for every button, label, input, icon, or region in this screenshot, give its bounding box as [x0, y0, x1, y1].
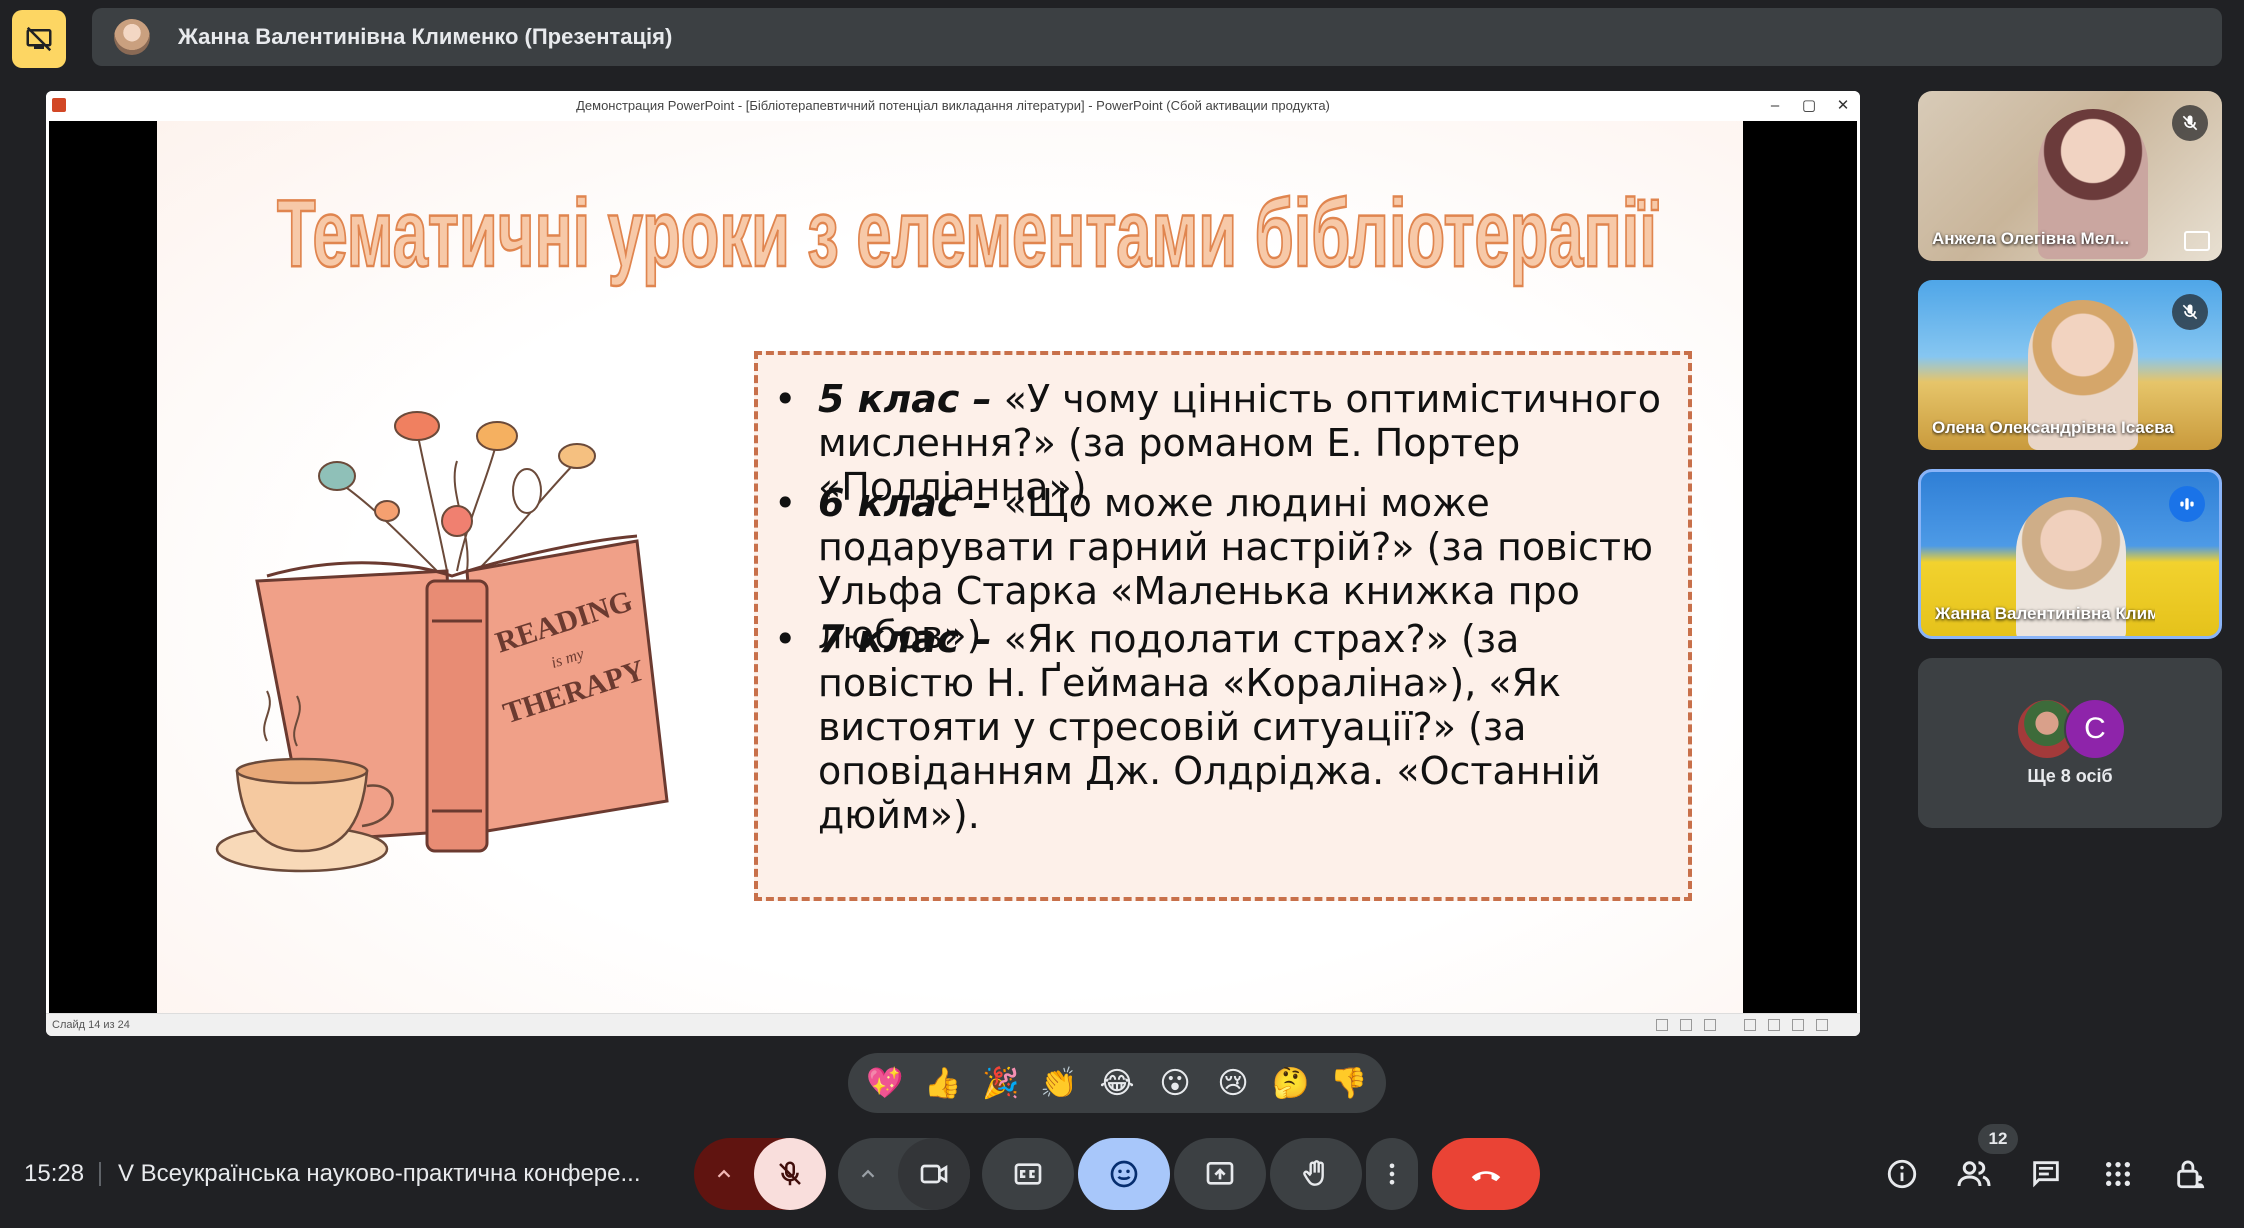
apps-grid-icon [2106, 1162, 2130, 1186]
mic-toggle-button[interactable] [754, 1138, 826, 1210]
people-icon [1957, 1161, 1991, 1187]
participant-avatar: C [2064, 698, 2126, 760]
grade-label: 7 клас – [818, 617, 992, 661]
people-button[interactable] [1946, 1146, 2002, 1202]
more-options-button[interactable] [1366, 1138, 1418, 1210]
people-count-badge: 12 [1978, 1124, 2018, 1154]
reading-view-icon[interactable] [1792, 1019, 1804, 1031]
more-participants-tile[interactable]: C Ще 8 осіб [1918, 658, 2222, 828]
speaking-indicator-icon [2169, 486, 2205, 522]
participant-name: Жанна Валентинівна Климе... [1935, 604, 2155, 623]
present-to-all-icon [1206, 1162, 1234, 1185]
slideshow-icon[interactable] [1816, 1019, 1828, 1031]
ppt-window-title: Демонстрация PowerPoint - [Бібліотерапев… [576, 98, 1330, 113]
participant-name: Олена Олександрівна Ісаєва [1932, 418, 2174, 437]
presenter-title: Жанна Валентинівна Клименко (Презентація… [178, 24, 673, 49]
thumbs-down-reaction[interactable]: 👎 [1324, 1066, 1374, 1101]
maximize-icon[interactable]: ▢ [1792, 93, 1826, 117]
lesson-topics-box: • 5 клас – «У чому цінність оптимістично… [754, 351, 1692, 901]
camera-options-button[interactable] [854, 1160, 882, 1188]
clock: 15:28 [24, 1160, 85, 1187]
bullet-icon: • [774, 617, 797, 661]
reading-therapy-illustration: READING is my THERAPY [215, 411, 669, 873]
camera-toggle-button[interactable] [898, 1138, 970, 1210]
slide-counter: Слайд 14 из 24 [52, 1019, 130, 1031]
present-screen-button[interactable] [1174, 1138, 1266, 1210]
chat-icon [2033, 1161, 2059, 1188]
participant-tile-active-speaker[interactable]: Жанна Валентинівна Климе... [1918, 469, 2222, 639]
captions-icon [1014, 1163, 1042, 1185]
emoji-icon [1110, 1160, 1138, 1188]
sparkling-heart-reaction[interactable]: 💖 [860, 1066, 910, 1101]
chevron-up-icon [861, 1169, 875, 1178]
prev-slide-icon[interactable] [1656, 1019, 1668, 1031]
reactions-button[interactable] [1078, 1138, 1170, 1210]
activities-button[interactable] [2090, 1146, 2146, 1202]
surprised-reaction[interactable]: 😮 [1150, 1066, 1200, 1101]
lock-person-icon [2177, 1160, 2205, 1189]
bullet-icon: • [774, 481, 797, 525]
minimize-icon[interactable]: – [1758, 93, 1792, 117]
grade-label: 6 клас – [818, 481, 992, 525]
party-popper-reaction[interactable]: 🎉 [976, 1066, 1026, 1101]
bullet-icon: • [774, 377, 797, 421]
divider [99, 1162, 101, 1186]
slide: Тематичні уроки з елементами бібліотерап… [157, 121, 1743, 1013]
mic-options-button[interactable] [710, 1160, 738, 1188]
mic-off-icon [2172, 105, 2208, 141]
chat-button[interactable] [2018, 1146, 2074, 1202]
mic-off-icon [2172, 294, 2208, 330]
leave-call-button[interactable] [1432, 1138, 1540, 1210]
svg-text:Тематичні уроки з елементами б: Тематичні уроки з елементами бібліотерап… [277, 180, 1658, 287]
shared-screen-powerpoint: Демонстрация PowerPoint - [Бібліотерапев… [46, 91, 1860, 1036]
presenter-avatar [114, 19, 150, 55]
more-participants-label: Ще 8 осіб [2027, 766, 2113, 786]
participant-name: Анжела Олегівна Мел... [1932, 229, 2130, 248]
reactions-bar: 💖 👍 🎉 👏 😂 😮 😢 🤔 👎 [848, 1053, 1386, 1113]
more-vert-icon [1389, 1163, 1395, 1185]
close-icon[interactable]: ✕ [1826, 93, 1860, 117]
camera-control-group [838, 1138, 970, 1210]
slide-sorter-icon[interactable] [1768, 1019, 1780, 1031]
crying-reaction[interactable]: 😢 [1208, 1066, 1258, 1101]
call-end-icon [1471, 1171, 1501, 1182]
present-off-icon [26, 26, 52, 52]
pin-frame-icon[interactable] [2184, 231, 2210, 251]
chevron-up-icon [717, 1169, 731, 1178]
captions-button[interactable] [982, 1138, 1074, 1210]
presenting-indicator-button[interactable] [12, 10, 66, 68]
next-slide-icon[interactable] [1704, 1019, 1716, 1031]
hand-icon [1303, 1160, 1324, 1186]
ppt-titlebar: Демонстрация PowerPoint - [Бібліотерапев… [46, 91, 1860, 121]
mic-off-icon [779, 1161, 801, 1186]
tears-of-joy-reaction[interactable]: 😂 [1092, 1066, 1142, 1101]
raise-hand-button[interactable] [1270, 1138, 1362, 1210]
slide-title: Тематичні уроки з елементами бібліотерап… [276, 179, 1660, 289]
clapping-reaction[interactable]: 👏 [1034, 1066, 1084, 1101]
mic-control-group [694, 1138, 826, 1210]
presentation-header: Жанна Валентинівна Клименко (Презентація… [92, 8, 2222, 66]
grade-label: 5 клас – [818, 377, 992, 421]
normal-view-icon[interactable] [1744, 1019, 1756, 1031]
participant-tile[interactable]: Олена Олександрівна Ісаєва [1918, 280, 2222, 450]
meeting-details-button[interactable] [1874, 1146, 1930, 1202]
menu-icon[interactable] [1680, 1019, 1692, 1031]
host-controls-button[interactable] [2162, 1146, 2218, 1202]
video-camera-icon [920, 1164, 948, 1184]
meeting-title[interactable]: V Всеукраїнська науково-практична конфер… [118, 1160, 641, 1188]
thumbs-up-reaction[interactable]: 👍 [918, 1066, 968, 1101]
thinking-reaction[interactable]: 🤔 [1266, 1066, 1316, 1101]
ppt-statusbar: Слайд 14 из 24 [46, 1013, 1860, 1036]
info-icon [1887, 1159, 1917, 1189]
bullet-item: • 7 клас – «Як подолати страх?» (за пові… [774, 617, 1674, 837]
participant-tile[interactable]: Анжела Олегівна Мел... [1918, 91, 2222, 261]
